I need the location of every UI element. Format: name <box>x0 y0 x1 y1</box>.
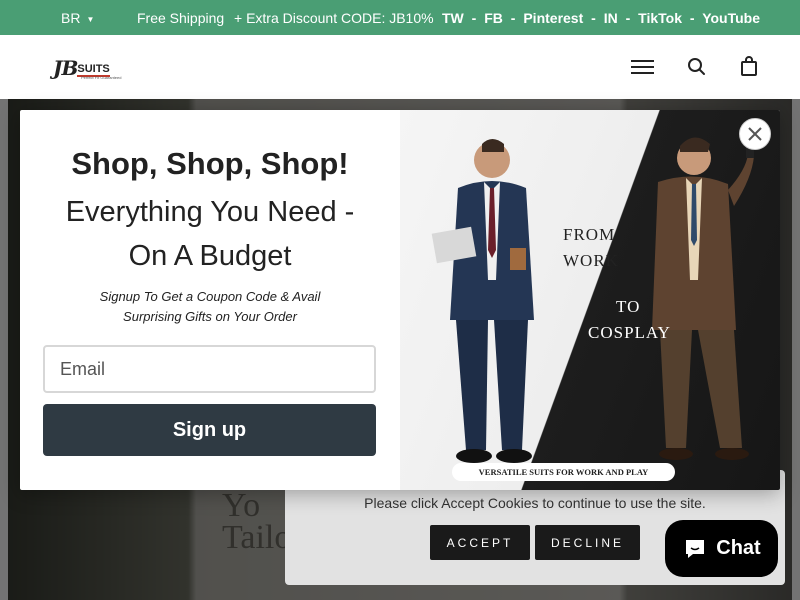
social-links: TW - FB - Pinterest - IN - TikTok - YouT… <box>442 10 764 26</box>
decline-cookies-button[interactable]: DECLINE <box>535 525 640 560</box>
popup-description: Signup To Get a Coupon Code & Avail Surp… <box>70 287 350 327</box>
social-link-fb[interactable]: FB <box>484 10 503 26</box>
to-cosplay-label: TO COSPLAY <box>588 294 671 346</box>
separator: - <box>510 10 516 26</box>
bag-icon[interactable] <box>739 56 763 80</box>
site-header: JBSUITS Perfect Fit Guaranteed <box>0 35 800 99</box>
to-label: TO <box>616 297 641 316</box>
chevron-down-icon: ▼ <box>86 14 95 24</box>
signup-button[interactable]: Sign up <box>43 404 376 456</box>
separator: - <box>625 10 631 26</box>
popup-desc-line1: Signup To Get a Coupon Code & Avail <box>99 289 321 304</box>
email-field[interactable] <box>43 345 376 393</box>
free-shipping-text: Free Shipping <box>137 10 225 26</box>
discount-text: + Extra Discount CODE: JB10% <box>234 10 434 26</box>
accept-cookies-button[interactable]: ACCEPT <box>430 525 530 560</box>
separator: - <box>591 10 596 26</box>
from-work-label: FROM WORK <box>563 222 619 274</box>
versatile-suits-ribbon: VERSATILE SUITS FOR WORK AND PLAY <box>452 463 675 481</box>
chat-label: Chat <box>716 537 761 559</box>
site-logo[interactable]: JBSUITS Perfect Fit Guaranteed <box>53 56 123 80</box>
chat-button[interactable]: Chat <box>665 520 778 577</box>
popup-title: Shop, Shop, Shop! <box>71 146 349 181</box>
social-link-youtube[interactable]: YouTube <box>702 10 760 26</box>
popup-subtitle: Everything You Need - On A Budget <box>20 190 400 278</box>
cookie-message: Please click Accept Cookies to continue … <box>364 495 706 511</box>
close-popup-button[interactable] <box>739 118 771 150</box>
chat-bubble-icon <box>686 539 705 558</box>
popup-desc-line2: Surprising Gifts on Your Order <box>123 309 297 324</box>
social-link-in[interactable]: IN <box>604 10 618 26</box>
country-code: BR <box>61 10 81 26</box>
country-selector[interactable]: BR ▼ <box>61 10 94 26</box>
search-icon[interactable] <box>686 56 710 80</box>
menu-icon[interactable] <box>631 56 655 80</box>
man-in-navy-suit-illustration <box>431 139 534 463</box>
close-icon <box>748 127 762 141</box>
popup-image: FROM WORK TO COSPLAY VERSATILE SUITS FOR… <box>400 110 780 490</box>
popup-subtitle-line1: Everything You Need - <box>65 196 355 228</box>
logo-tagline: Perfect Fit Guaranteed <box>81 75 122 80</box>
social-link-tiktok[interactable]: TikTok <box>638 10 682 26</box>
separator: - <box>471 10 477 26</box>
from-label: FROM <box>563 225 616 244</box>
separator: - <box>689 10 695 26</box>
work-label: WORK <box>563 251 619 270</box>
announcement-bar: BR ▼ Free Shipping + Extra Discount CODE… <box>0 0 800 35</box>
popup-form-panel: Shop, Shop, Shop! Everything You Need - … <box>20 110 400 490</box>
social-link-tw[interactable]: TW <box>442 10 464 26</box>
cosplay-label: COSPLAY <box>588 323 671 342</box>
signup-popup: Shop, Shop, Shop! Everything You Need - … <box>20 110 780 490</box>
logo-jb: JB <box>53 56 78 80</box>
social-link-pinterest[interactable]: Pinterest <box>523 10 583 26</box>
popup-subtitle-line2: On A Budget <box>128 240 292 272</box>
